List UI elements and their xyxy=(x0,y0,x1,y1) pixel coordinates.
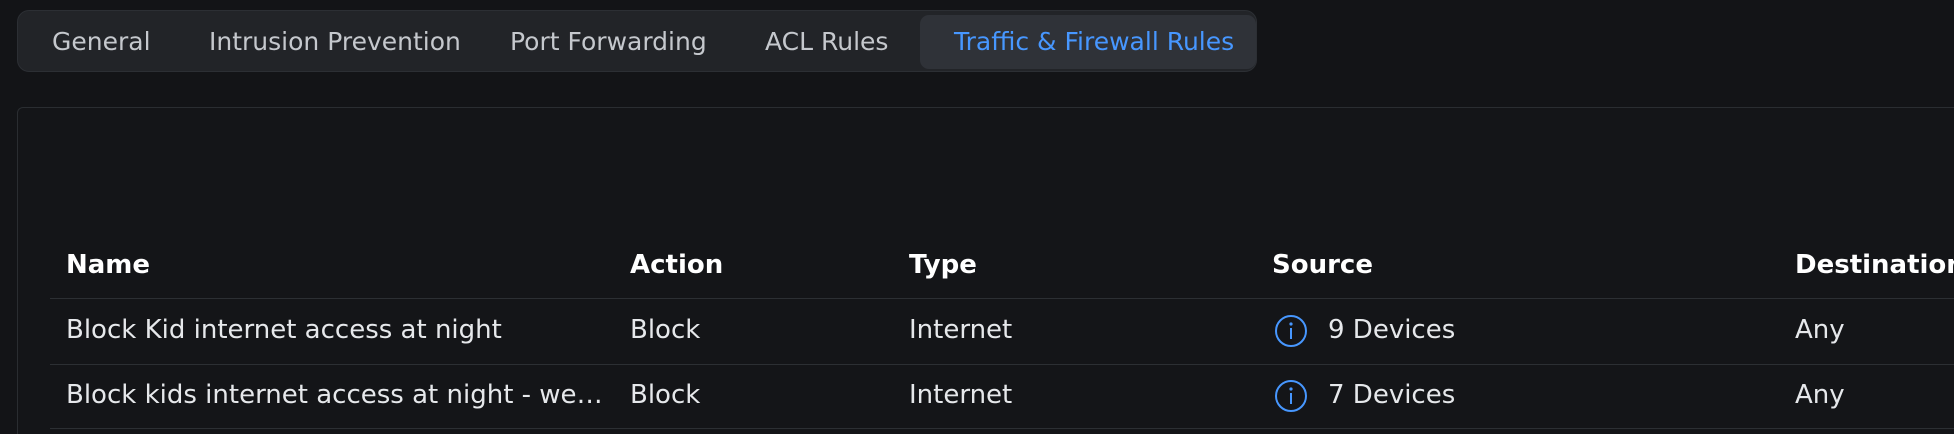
rule-action: Block xyxy=(630,380,701,410)
rule-name: Block kids internet access at night - we… xyxy=(66,380,611,410)
tab-intrusion-prevention[interactable]: Intrusion Prevention xyxy=(209,15,461,69)
tab-acl-rules[interactable]: ACL Rules xyxy=(765,15,888,69)
column-header-action[interactable]: Action xyxy=(630,250,723,280)
rule-type: Internet xyxy=(909,315,1013,345)
row-divider xyxy=(50,428,1954,429)
info-icon[interactable] xyxy=(1274,379,1308,413)
rule-destination: Any xyxy=(1795,315,1845,345)
rule-action: Block xyxy=(630,315,701,345)
tab-port-forwarding[interactable]: Port Forwarding xyxy=(510,15,707,69)
page: General Intrusion Prevention Port Forwar… xyxy=(0,0,1954,434)
tab-general[interactable]: General xyxy=(52,15,151,69)
column-header-name[interactable]: Name xyxy=(66,250,150,280)
rule-source: 7 Devices xyxy=(1328,380,1456,410)
rule-type: Internet xyxy=(909,380,1013,410)
column-header-destination[interactable]: Destination xyxy=(1795,250,1954,280)
info-icon[interactable] xyxy=(1274,314,1308,348)
rule-destination: Any xyxy=(1795,380,1845,410)
rule-name: Block Kid internet access at night xyxy=(66,315,502,345)
tab-bar: General Intrusion Prevention Port Forwar… xyxy=(17,10,1257,72)
tab-traffic-firewall-rules[interactable]: Traffic & Firewall Rules xyxy=(920,15,1256,69)
column-header-source[interactable]: Source xyxy=(1272,250,1373,280)
column-header-type[interactable]: Type xyxy=(909,250,977,280)
rule-source: 9 Devices xyxy=(1328,315,1456,345)
